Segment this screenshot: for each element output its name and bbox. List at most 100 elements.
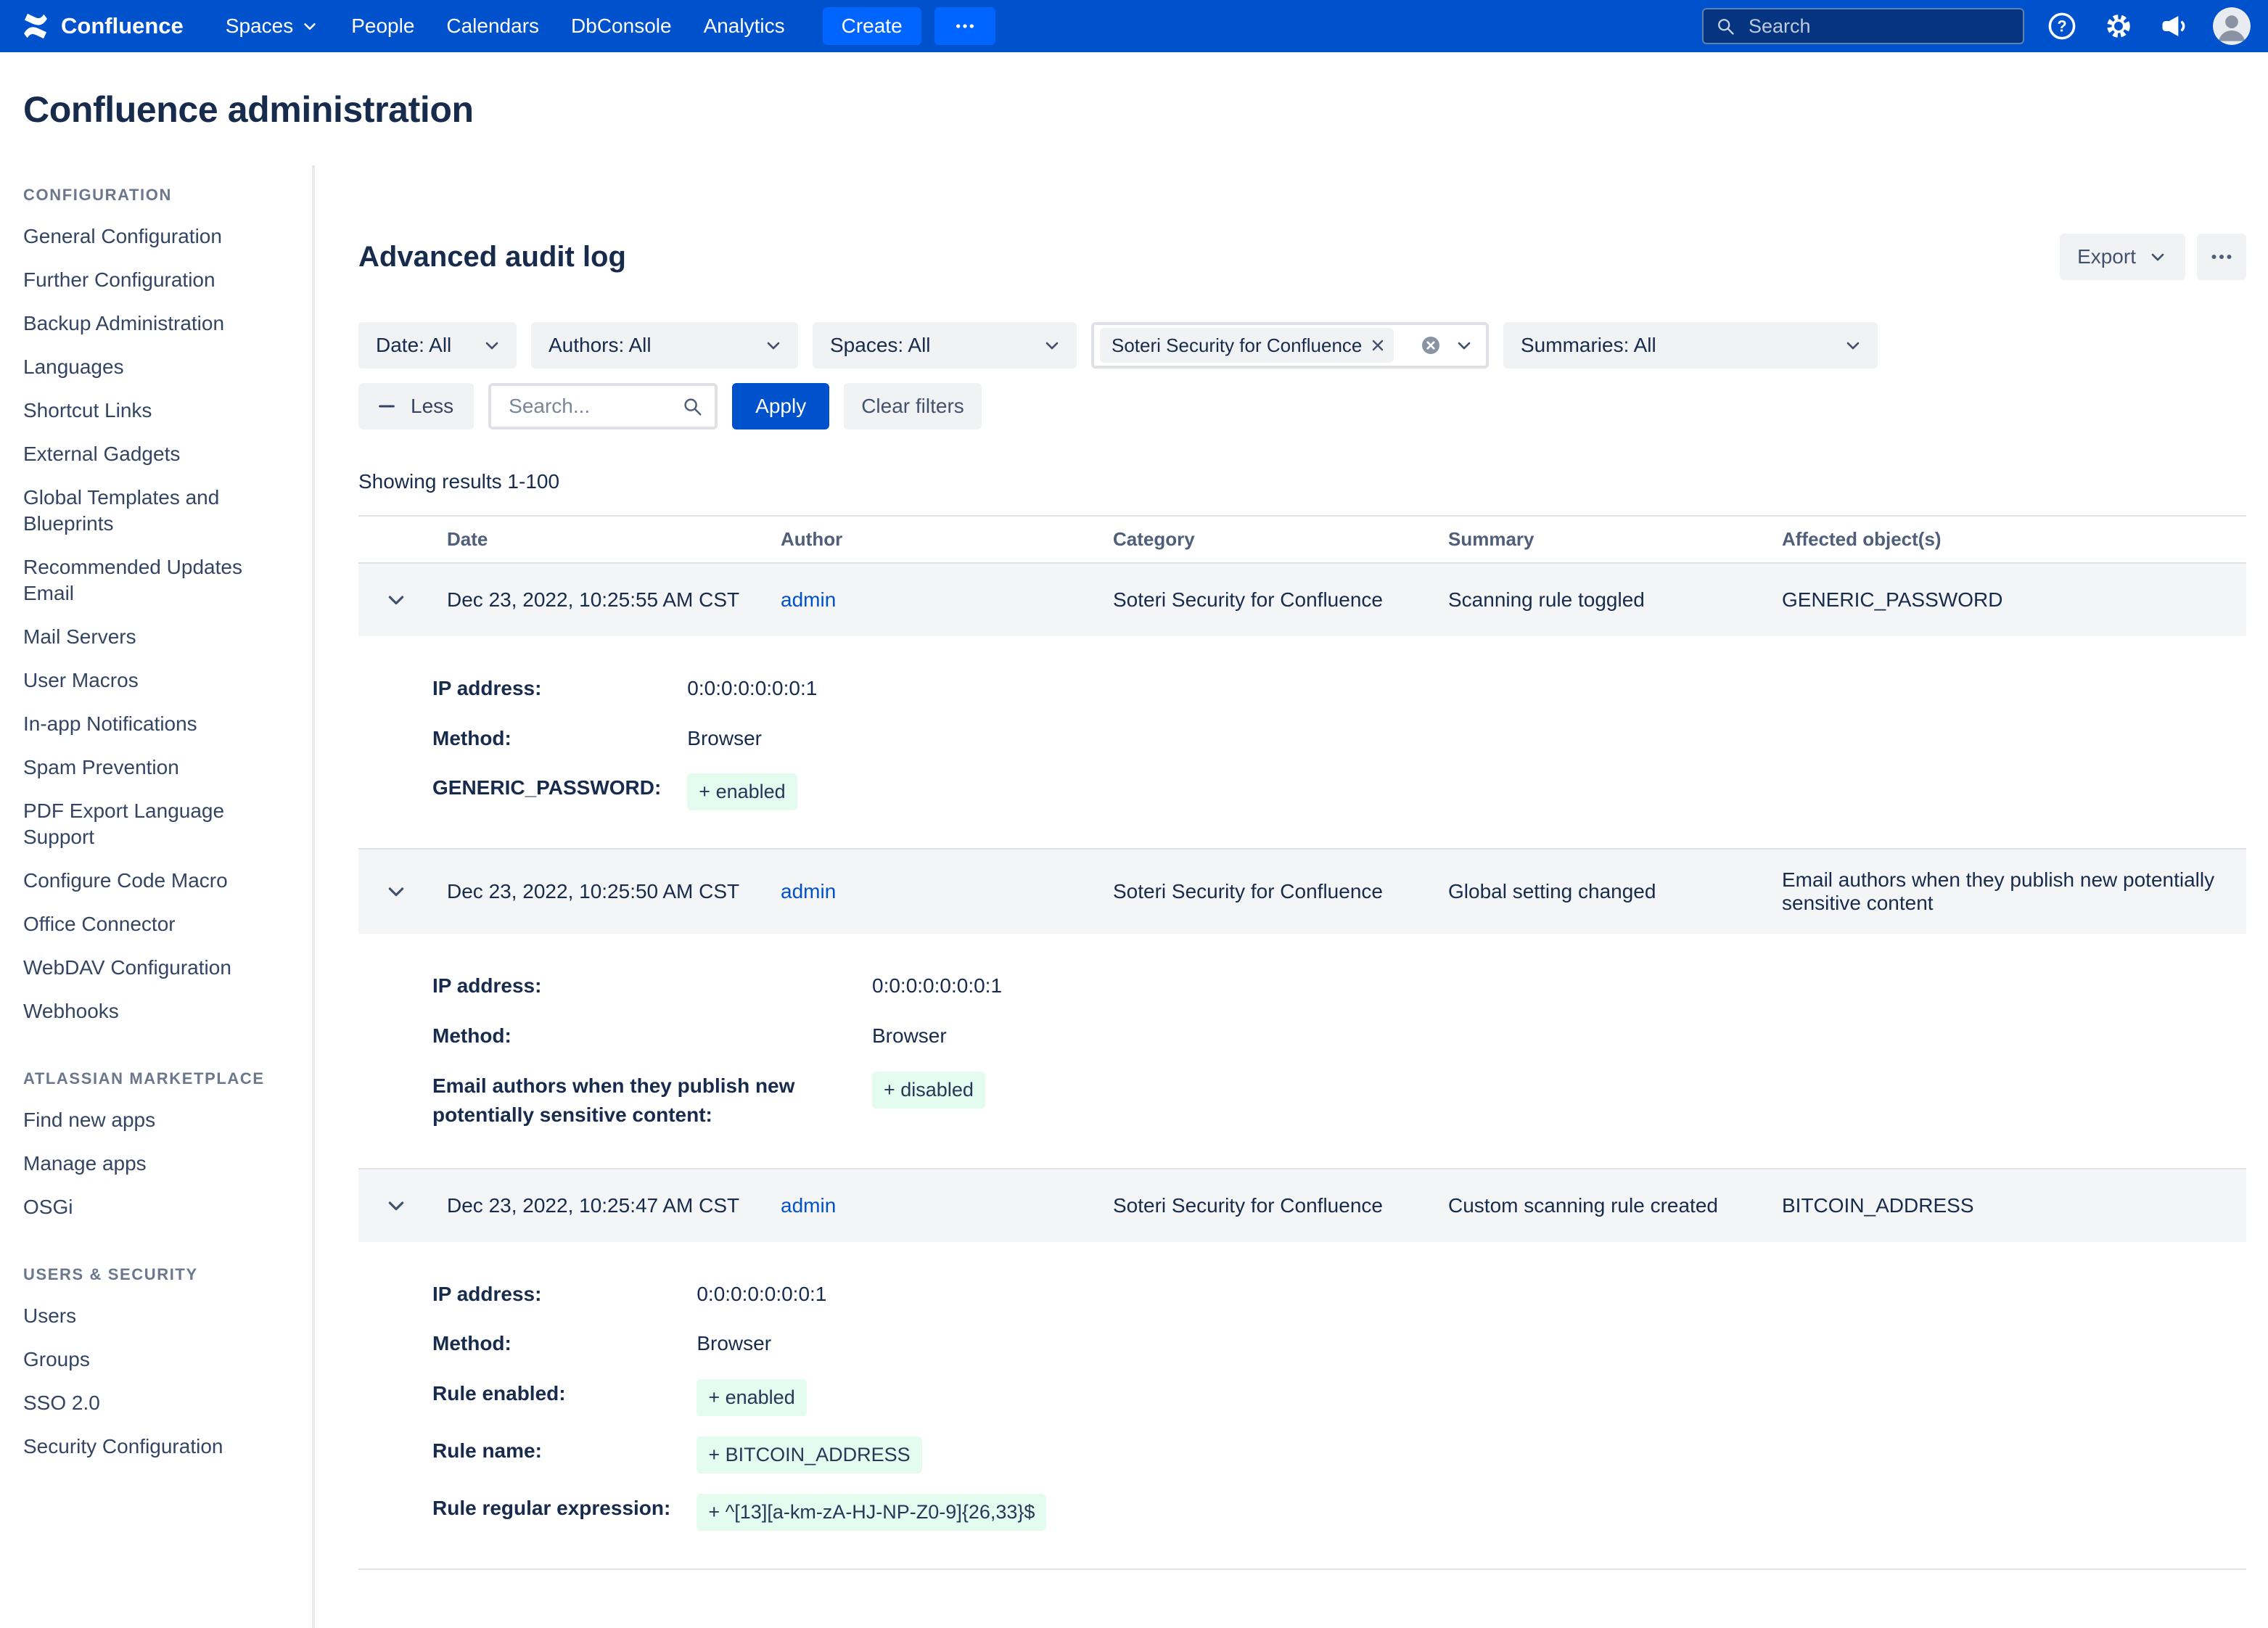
user-avatar[interactable] [2213,7,2251,45]
nav-more-button[interactable] [934,7,995,45]
chevron-down-icon [385,588,408,612]
detail-label-rule-regex: Rule regular expression: [432,1494,670,1524]
audit-row-3-header[interactable]: Dec 23, 2022, 10:25:47 AM CST admin Sote… [358,1169,2246,1242]
sidebar-item-languages[interactable]: Languages [23,345,289,389]
audit-row-2-author-link[interactable]: admin [781,880,836,903]
audit-row-1-details: IP address: 0:0:0:0:0:0:0:1 Method: Brow… [358,636,2246,848]
detail-label-rule-name: Rule name: [432,1436,670,1466]
apply-filters-button[interactable]: Apply [732,383,829,429]
gear-icon [2103,11,2134,41]
sidebar-item-webhooks[interactable]: Webhooks [23,990,289,1033]
export-button-label: Export [2077,245,2136,268]
clear-category-filter-button[interactable] [1419,334,1442,357]
audit-row-2-date: Dec 23, 2022, 10:25:50 AM CST [447,880,781,903]
sidebar-item-mail-servers[interactable]: Mail Servers [23,615,289,659]
announcements-button[interactable] [2156,7,2194,45]
change-chip-rule-name: + BITCOIN_ADDRESS [697,1436,921,1473]
megaphone-icon [2160,11,2190,41]
search-icon [681,395,703,417]
sidebar-item-global-templates-and-blueprints[interactable]: Global Templates and Blueprints [23,476,289,546]
detail-value-ip-address: 0:0:0:0:0:0:0:1 [872,971,2246,1001]
nav-item-spaces[interactable]: Spaces [210,0,335,52]
sidebar-item-general-configuration[interactable]: General Configuration [23,215,289,258]
sidebar-item-in-app-notifications[interactable]: In-app Notifications [23,702,289,746]
sidebar-item-webdav-configuration[interactable]: WebDAV Configuration [23,946,289,990]
spaces-filter-select[interactable]: Spaces: All [813,322,1077,369]
sidebar-item-shortcut-links[interactable]: Shortcut Links [23,389,289,432]
svg-text:?: ? [2057,17,2066,36]
less-filters-button[interactable]: Less [358,383,474,429]
audit-row-2-category: Soteri Security for Confluence [1113,880,1448,903]
create-button[interactable]: Create [823,7,921,45]
filter-search-input[interactable] [506,393,673,419]
chevron-down-icon [1843,335,1863,355]
sidebar-item-configure-code-macro[interactable]: Configure Code Macro [23,859,289,903]
sidebar-item-user-macros[interactable]: User Macros [23,659,289,702]
sidebar-item-manage-apps[interactable]: Manage apps [23,1142,289,1185]
header-actions: Export [2060,234,2246,280]
filter-search-field[interactable] [488,383,718,429]
audit-row-3-summary: Custom scanning rule created [1448,1194,1782,1217]
audit-row-1-author-link[interactable]: admin [781,588,836,611]
detail-label-email-authors-setting: Email authors when they publish new pote… [432,1072,846,1130]
change-chip-rule-regex: + ^[13][a-km-zA-HJ-NP-Z0-9]{26,33}$ [697,1494,1046,1531]
confluence-home-link[interactable]: Confluence [0,11,210,41]
audit-row-2-header[interactable]: Dec 23, 2022, 10:25:50 AM CST admin Sote… [358,850,2246,934]
audit-row-2: Dec 23, 2022, 10:25:50 AM CST admin Sote… [358,850,2246,1169]
table-header-row: Date Author Category Summary Affected ob… [358,515,2246,564]
collapse-row-1-button[interactable] [382,585,411,614]
categories-filter-select[interactable]: Soteri Security for Confluence [1091,322,1489,369]
nav-item-calendars[interactable]: Calendars [430,0,555,52]
sidebar-item-external-gadgets[interactable]: External Gadgets [23,432,289,476]
remove-category-chip-button[interactable] [1369,337,1386,354]
help-button[interactable]: ? [2043,7,2081,45]
summaries-filter-select[interactable]: Summaries: All [1503,322,1878,369]
collapse-row-3-button[interactable] [382,1191,411,1220]
ellipsis-icon [2209,244,2235,270]
sidebar-item-backup-administration[interactable]: Backup Administration [23,302,289,345]
admin-settings-button[interactable] [2100,7,2137,45]
audit-row-1: Dec 23, 2022, 10:25:55 AM CST admin Sote… [358,564,2246,850]
export-button[interactable]: Export [2060,234,2185,280]
detail-label-ip-address: IP address: [432,971,846,1001]
sidebar-item-security-configuration[interactable]: Security Configuration [23,1425,289,1468]
confluence-logo-icon [20,11,51,41]
sidebar-item-sso-2-0[interactable]: SSO 2.0 [23,1381,289,1425]
audit-row-1-affected: GENERIC_PASSWORD [1782,588,2246,612]
clear-filters-button[interactable]: Clear filters [844,383,982,429]
nav-item-people[interactable]: People [335,0,430,52]
sidebar-item-groups[interactable]: Groups [23,1338,289,1381]
category-filter-chip: Soteri Security for Confluence [1100,328,1394,363]
main-content: Advanced audit log Export Date: All [315,165,2268,1628]
minus-icon [376,395,398,417]
question-circle-icon: ? [2047,11,2077,41]
date-filter-select[interactable]: Date: All [358,322,517,369]
spaces-filter-value: Spaces: All [830,334,931,357]
sidebar-item-recommended-updates-email[interactable]: Recommended Updates Email [23,546,289,615]
sidebar-item-office-connector[interactable]: Office Connector [23,903,289,946]
sidebar-item-osgi[interactable]: OSGi [23,1185,289,1229]
column-header-summary: Summary [1448,528,1782,551]
sidebar-item-further-configuration[interactable]: Further Configuration [23,258,289,302]
chevron-down-icon [300,17,319,36]
collapse-row-2-button[interactable] [382,877,411,906]
authors-filter-select[interactable]: Authors: All [531,322,798,369]
audit-row-1-header[interactable]: Dec 23, 2022, 10:25:55 AM CST admin Sote… [358,564,2246,636]
sidebar-section-users-security: USERS & SECURITY Users Groups SSO 2.0 Se… [23,1265,289,1468]
global-search-input[interactable] [1746,14,2011,39]
nav-item-dbconsole[interactable]: DbConsole [555,0,688,52]
global-search[interactable] [1702,8,2024,44]
audit-row-2-summary: Global setting changed [1448,880,1782,903]
sidebar-item-spam-prevention[interactable]: Spam Prevention [23,746,289,789]
nav-item-analytics[interactable]: Analytics [688,0,801,52]
page-header: Confluence administration [0,52,2268,165]
audit-row-3-author-link[interactable]: admin [781,1194,836,1217]
brand-name: Confluence [61,13,184,39]
more-actions-button[interactable] [2197,234,2246,280]
content-header: Advanced audit log Export [358,234,2246,280]
sidebar-item-users[interactable]: Users [23,1294,289,1338]
sidebar-item-find-new-apps[interactable]: Find new apps [23,1098,289,1142]
audit-row-3-details: IP address: 0:0:0:0:0:0:0:1 Method: Brow… [358,1242,2246,1569]
change-chip-disabled: + disabled [872,1072,985,1109]
sidebar-item-pdf-export-language-support[interactable]: PDF Export Language Support [23,789,289,859]
